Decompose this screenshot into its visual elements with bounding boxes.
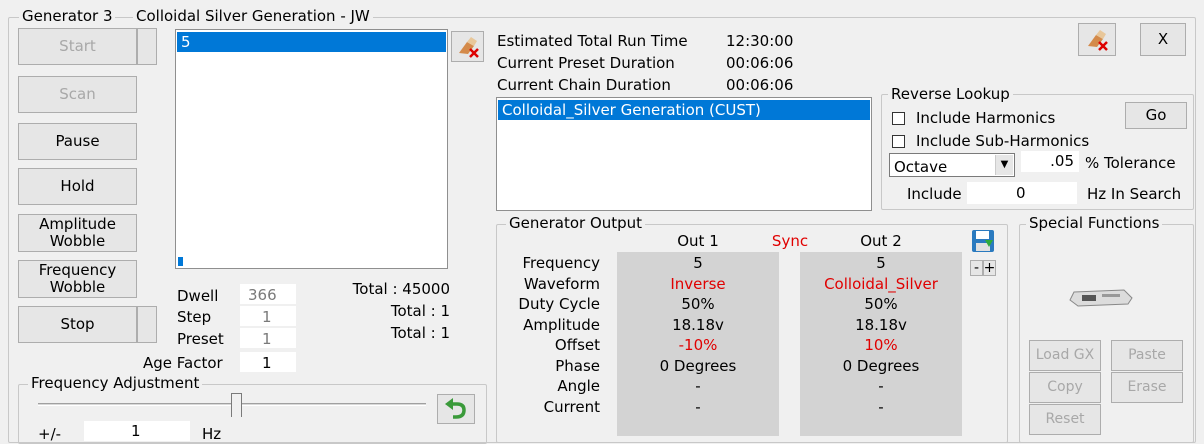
out1-value: 18.18v — [672, 315, 724, 334]
dwell-label: Dwell — [177, 287, 219, 305]
est-run-time-label: Estimated Total Run Time — [497, 32, 688, 50]
progress-bar — [178, 257, 183, 266]
program-title: Colloidal Silver Generation - JW — [133, 7, 373, 25]
out2-value: Colloidal_Silver — [824, 274, 938, 293]
out2-value: 10% — [864, 336, 898, 354]
device-icon — [1068, 288, 1136, 308]
tolerance-value: .05 — [1050, 152, 1074, 170]
output-row-label: Offset — [554, 336, 600, 354]
save-icon[interactable] — [971, 229, 995, 253]
frequency-slider-thumb[interactable] — [231, 393, 242, 417]
pause-button[interactable]: Pause — [18, 123, 137, 160]
output-row-label: Duty Cycle — [518, 295, 600, 313]
generator-label: Generator 3 — [19, 7, 116, 25]
copy-button[interactable]: Copy — [1029, 372, 1101, 403]
include-harmonics-checkbox[interactable] — [892, 112, 905, 125]
total-dwell: Total : 45000 — [352, 280, 450, 298]
step-label: Step — [177, 308, 212, 326]
include-subharmonics-checkbox[interactable] — [892, 135, 905, 148]
undo-arrow-icon — [445, 398, 466, 419]
age-factor-value: 1 — [262, 354, 272, 372]
clear-button[interactable] — [1078, 23, 1116, 56]
amplitude-wobble-button[interactable]: Amplitude Wobble — [18, 214, 137, 252]
include-value: 0 — [1016, 184, 1026, 202]
out1-value: Inverse — [670, 274, 726, 293]
total-step: Total : 1 — [390, 302, 450, 320]
age-factor-label: Age Factor — [143, 354, 223, 372]
out1-header: Out 1 — [677, 232, 719, 250]
chain-duration-label: Current Chain Duration — [497, 76, 671, 94]
preset-label: Preset — [177, 330, 224, 348]
out1-value: 0 Degrees — [659, 356, 737, 375]
clear-list-button[interactable] — [451, 31, 484, 62]
generator-output-legend: Generator Output — [506, 214, 646, 232]
output-row-label: Waveform — [523, 274, 600, 293]
dwell-value: 366 — [248, 286, 277, 304]
undo-button[interactable] — [437, 394, 475, 424]
minus-button[interactable]: - — [970, 260, 983, 276]
stop-button[interactable]: Stop — [18, 306, 137, 343]
preset-value: 1 — [262, 330, 272, 348]
search-hz-label: Hz In Search — [1087, 185, 1182, 203]
eraser-icon — [458, 36, 479, 58]
start-button[interactable]: Start — [18, 28, 137, 65]
octave-select[interactable]: Octave ▼ — [889, 153, 1015, 177]
output-row-label: Amplitude — [523, 315, 600, 334]
step-value: 1 — [262, 308, 272, 326]
out2-header: Out 2 — [860, 232, 902, 250]
est-run-time-value: 12:30:00 — [726, 32, 794, 50]
paste-button[interactable]: Paste — [1111, 340, 1183, 371]
adjust-unit: Hz — [202, 425, 222, 443]
hold-button[interactable]: Hold — [18, 168, 137, 205]
eraser-icon — [1088, 29, 1108, 51]
chain-list[interactable]: Colloidal_Silver Generation (CUST) — [496, 97, 872, 211]
out2-value: 0 Degrees — [842, 356, 920, 375]
close-button[interactable]: X — [1140, 23, 1186, 56]
output-row-label: Frequency — [522, 254, 601, 272]
frequency-wobble-button[interactable]: Frequency Wobble — [18, 260, 137, 298]
start-side-button[interactable] — [137, 28, 157, 65]
go-button[interactable]: Go — [1125, 102, 1187, 129]
out1-value: 50% — [681, 295, 715, 313]
plus-minus-label: +/- — [38, 425, 62, 443]
reset-button[interactable]: Reset — [1029, 404, 1101, 435]
out2-value: 18.18v — [855, 315, 907, 334]
stop-side-button[interactable] — [137, 306, 157, 343]
out2-value: 5 — [876, 254, 886, 272]
out1-value: -10% — [678, 336, 718, 354]
preset-duration-value: 00:06:06 — [726, 54, 794, 72]
preset-duration-label: Current Preset Duration — [497, 54, 675, 72]
out1-value: 5 — [693, 254, 703, 272]
chain-duration-value: 00:06:06 — [726, 76, 794, 94]
erase-button[interactable]: Erase — [1111, 372, 1183, 403]
program-list[interactable]: 5 — [175, 29, 448, 269]
program-list-item[interactable]: 5 — [177, 32, 446, 52]
special-functions-legend: Special Functions — [1026, 214, 1163, 232]
frequency-adjustment-legend: Frequency Adjustment — [28, 374, 203, 392]
chain-list-item[interactable]: Colloidal_Silver Generation (CUST) — [498, 100, 870, 120]
scan-button[interactable]: Scan — [18, 76, 137, 113]
plus-button[interactable]: + — [983, 260, 996, 276]
include-harmonics-label: Include Harmonics — [916, 109, 1056, 127]
tolerance-label: % Tolerance — [1085, 154, 1176, 172]
output-row-label: Current — [543, 397, 600, 416]
octave-select-value: Octave — [894, 158, 948, 176]
out2-value: - — [878, 377, 884, 395]
out2-value: 50% — [864, 295, 898, 313]
output-row-label: Phase — [555, 356, 600, 375]
out1-value: - — [695, 397, 701, 416]
chevron-down-icon: ▼ — [995, 155, 1013, 175]
adjust-value: 1 — [131, 422, 141, 440]
output-row-label: Angle — [557, 377, 600, 395]
load-gx-button[interactable]: Load GX — [1029, 340, 1101, 371]
include-subharmonics-label: Include Sub-Harmonics — [916, 132, 1090, 150]
include-label: Include — [907, 185, 962, 203]
reverse-lookup-legend: Reverse Lookup — [888, 85, 1013, 103]
total-preset: Total : 1 — [390, 324, 450, 342]
out1-value: - — [695, 377, 701, 395]
out2-value: - — [878, 397, 884, 416]
